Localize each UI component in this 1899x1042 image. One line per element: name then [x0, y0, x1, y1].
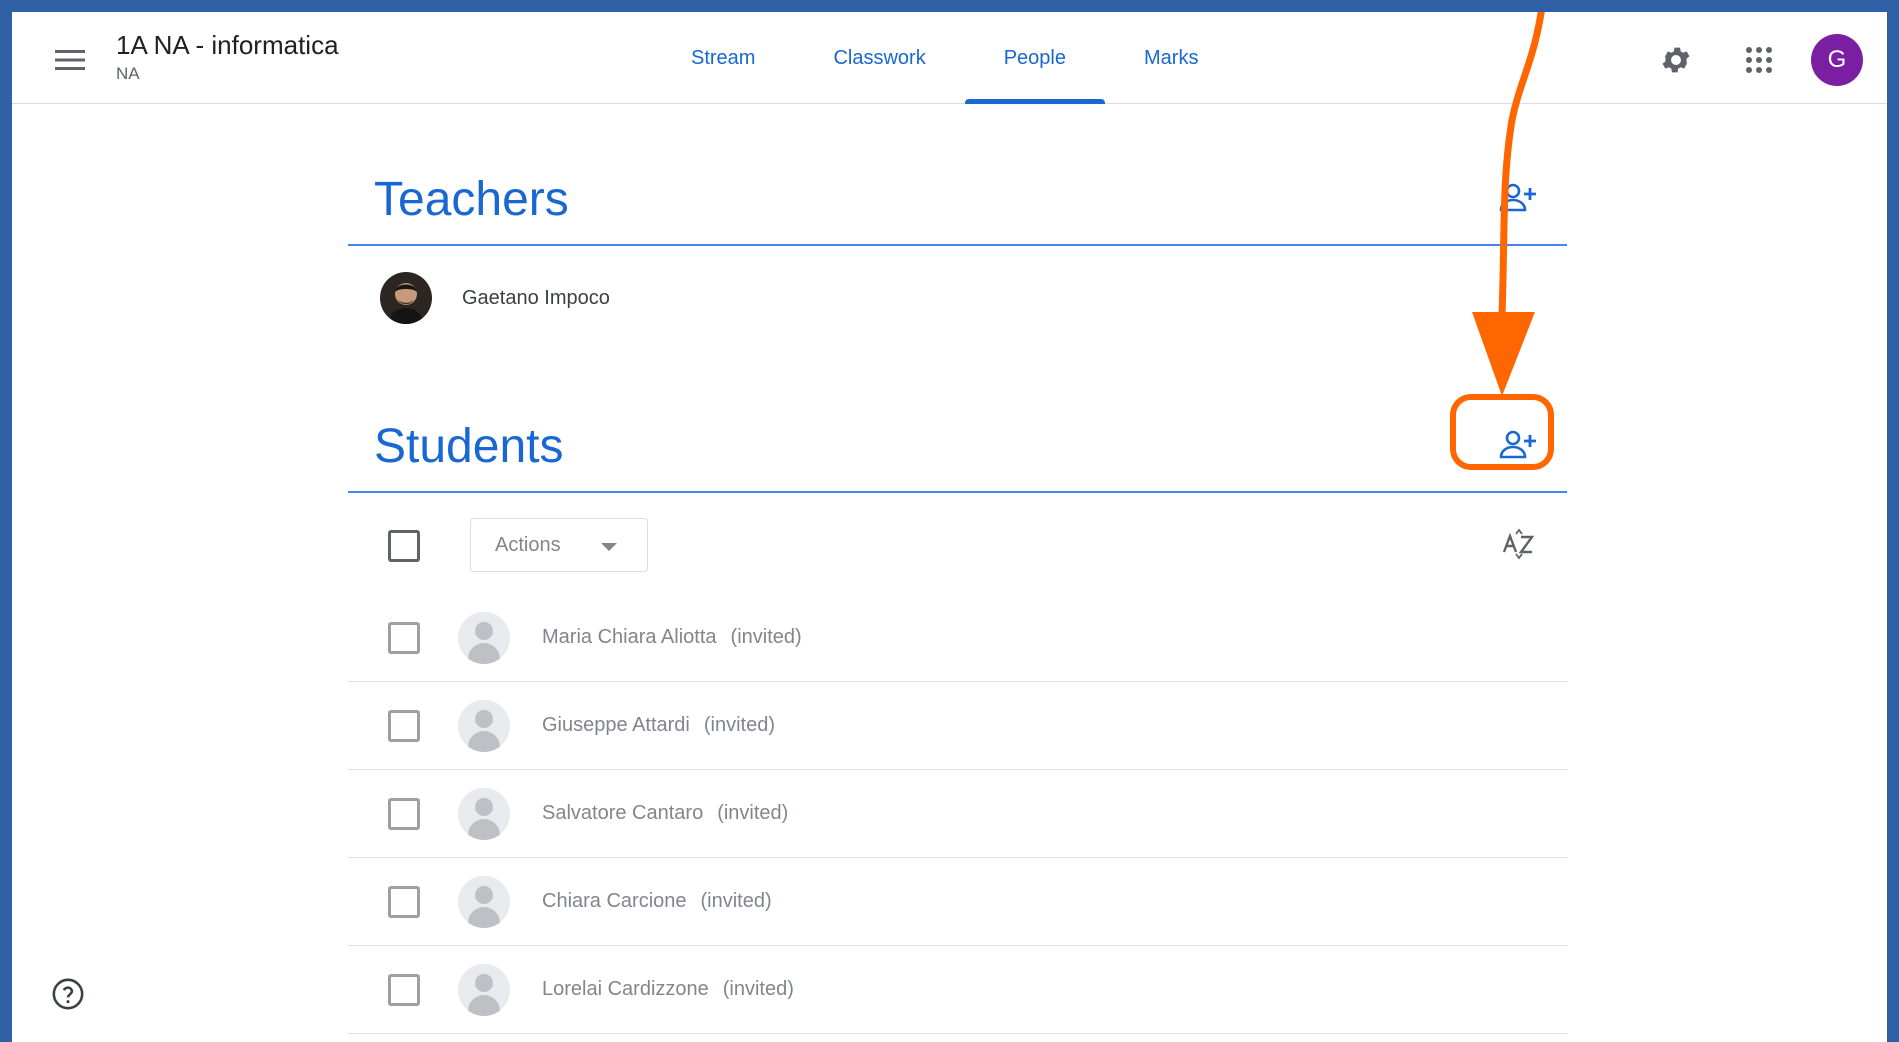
student-status: (invited) [703, 714, 776, 736]
student-avatar [458, 875, 510, 928]
student-name: Giuseppe Attardi [542, 714, 690, 736]
invite-teachers-button[interactable] [1491, 170, 1547, 226]
apps-button[interactable] [1735, 36, 1783, 84]
tab-classwork[interactable]: Classwork [794, 12, 964, 104]
students-list: Maria Chiara Aliotta (invited) Giuseppe … [348, 594, 1567, 1034]
students-header: Students [348, 397, 1567, 493]
account-avatar[interactable]: G [1811, 34, 1863, 86]
class-section: NA [116, 64, 140, 83]
student-checkbox[interactable] [388, 621, 420, 654]
student-status: (invited) [700, 890, 772, 912]
main-menu-button[interactable] [48, 38, 92, 82]
student-checkbox[interactable] [388, 709, 420, 742]
tab-marks[interactable]: Marks [1105, 12, 1237, 104]
apps-grid-icon [1746, 47, 1772, 73]
student-avatar [458, 787, 510, 840]
tab-stream[interactable]: Stream [652, 12, 794, 104]
person-add-icon [1499, 430, 1536, 459]
student-avatar [458, 699, 510, 752]
tab-people[interactable]: People [964, 12, 1106, 104]
student-status: (invited) [717, 802, 789, 824]
student-checkbox[interactable] [388, 885, 420, 918]
list-item[interactable]: Chiara Carcione (invited) [348, 858, 1567, 946]
student-avatar [458, 611, 510, 664]
student-name: Lorelai Cardizzone [542, 978, 709, 1000]
teachers-title: Teachers [374, 173, 569, 226]
list-item[interactable]: Maria Chiara Aliotta (invited) [348, 594, 1567, 682]
help-button[interactable] [46, 972, 90, 1016]
class-title[interactable]: 1A NA - informatica [116, 30, 339, 61]
actions-label: Actions [495, 533, 561, 556]
teachers-header: Teachers [348, 150, 1567, 246]
sort-button[interactable] [1491, 516, 1547, 572]
teacher-avatar [380, 272, 432, 324]
student-checkbox[interactable] [388, 797, 420, 830]
class-tabs: Stream Classwork People Marks [652, 12, 1237, 104]
list-item[interactable]: Giuseppe Attardi (invited) [348, 682, 1567, 770]
actions-dropdown[interactable]: Actions [470, 518, 648, 572]
student-name: Salvatore Cantaro [542, 802, 704, 824]
teacher-row: Gaetano Impoco [348, 266, 1567, 330]
top-app-bar: 1A NA - informatica NA Stream Classwork … [12, 12, 1887, 104]
students-title: Students [374, 420, 564, 473]
menu-icon [55, 50, 85, 70]
student-name: Maria Chiara Aliotta [542, 626, 717, 648]
select-all-checkbox[interactable] [388, 530, 420, 562]
student-checkbox[interactable] [388, 973, 420, 1006]
invite-students-button[interactable] [1491, 417, 1547, 473]
list-item[interactable]: Lorelai Cardizzone (invited) [348, 946, 1567, 1034]
gear-icon [1662, 47, 1690, 73]
person-add-icon [1499, 183, 1536, 212]
student-status: (invited) [722, 978, 794, 1000]
caret-down-icon [601, 543, 617, 551]
student-avatar [458, 963, 510, 1016]
sort-az-icon [1502, 528, 1535, 560]
student-status: (invited) [730, 626, 802, 648]
students-toolbar: Actions [348, 510, 1567, 582]
list-item[interactable]: Salvatore Cantaro (invited) [348, 770, 1567, 858]
help-icon [52, 978, 84, 1010]
student-name: Chiara Carcione [542, 890, 687, 912]
settings-button[interactable] [1652, 36, 1700, 84]
teacher-name: Gaetano Impoco [462, 286, 610, 309]
